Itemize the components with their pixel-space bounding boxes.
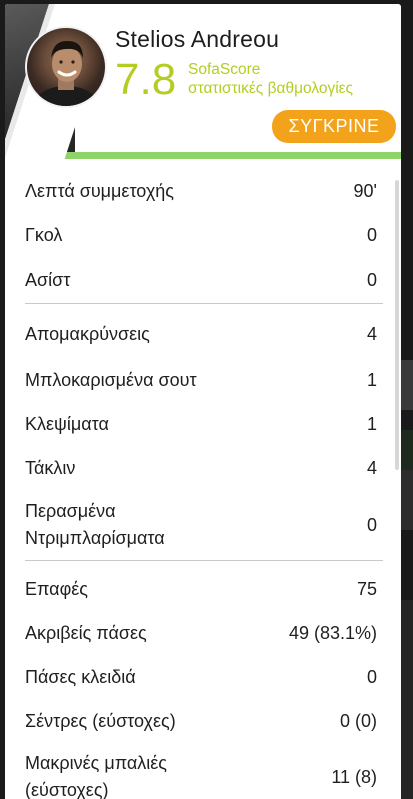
background-panel — [400, 600, 413, 799]
stat-value: 0 — [366, 224, 377, 245]
stat-value: 1 — [366, 413, 377, 434]
stat-row: Απομακρύνσεις 4 — [25, 310, 383, 358]
stat-value: 0 — [366, 514, 377, 535]
stat-label: Ακριβείς πάσες — [25, 622, 147, 643]
background-panel — [400, 470, 413, 530]
stat-label: Επαφές — [25, 578, 88, 599]
rating-source: SofaScore στατιστικές βαθμολογίες — [188, 60, 353, 98]
stat-label: Ασίστ — [25, 269, 71, 290]
stats-group: Λεπτά συμμετοχής 90' Γκολ 0 Ασίστ 0 — [25, 159, 383, 304]
stat-label: Τάκλιν — [25, 457, 76, 478]
stat-label: Περασμένα Ντριμπλαρίσματα — [25, 501, 165, 548]
stat-row: Μπλοκαρισμένα σουτ 1 — [25, 358, 383, 402]
player-header: Stelios Andreou 7.8 SofaScore στατιστικέ… — [5, 4, 401, 184]
stat-label: Απομακρύνσεις — [25, 323, 150, 344]
stats-group: Απομακρύνσεις 4 Μπλοκαρισμένα σουτ 1 Κλεψίμα… — [25, 304, 383, 561]
stats-group: Επαφές 75 Ακριβείς πάσες 49 (83.1%) Πάσες κλ… — [25, 561, 383, 799]
stat-value: 90' — [353, 180, 377, 201]
stat-row: Λεπτά συμμετοχής 90' — [25, 169, 383, 213]
rating-source-caption: στατιστικές βαθμολογίες — [188, 80, 354, 97]
player-stats-dialog: Stelios Andreou 7.8 SofaScore στατιστικέ… — [5, 4, 401, 799]
player-name: Stelios Andreou — [115, 26, 280, 52]
stats-list: Λεπτά συμμετοχής 90' Γκολ 0 Ασίστ 0 Απομακρύνσ… — [5, 159, 401, 799]
stat-row: Πάσες κλειδιά 0 — [25, 655, 383, 699]
stat-label: Γκολ — [25, 224, 63, 245]
stat-row: Ασίστ 0 — [25, 257, 383, 303]
scrollbar[interactable] — [395, 180, 399, 470]
stat-value: 75 — [356, 578, 377, 599]
stat-value: 11 (8) — [331, 766, 377, 787]
compare-button[interactable]: ΣΥΓΚΡΙΝΕ — [272, 110, 396, 143]
stat-row: Μακρινές μπαλιές (εύστοχες) 11 (8) — [25, 743, 383, 799]
player-avatar[interactable] — [25, 26, 107, 108]
background-panel — [400, 430, 413, 470]
stat-label: Πάσες κλειδιά — [25, 666, 136, 687]
stat-value: 4 — [366, 323, 377, 344]
stat-row: Τάκλιν 4 — [25, 446, 383, 490]
stat-label: Κλεψίματα — [25, 413, 109, 434]
stat-value: 4 — [366, 457, 377, 478]
stat-value: 0 — [366, 666, 377, 687]
stat-value: 1 — [366, 369, 377, 390]
rating-source-brand: SofaScore — [188, 61, 261, 78]
stat-value: 0 (0) — [339, 710, 377, 731]
stat-row: Σέντρες (εύστοχες) 0 (0) — [25, 699, 383, 743]
stat-label: Μπλοκαρισμένα σουτ — [25, 369, 197, 390]
stat-label: Σέντρες (εύστοχες) — [25, 710, 176, 731]
stat-row: Γκολ 0 — [25, 213, 383, 257]
stat-row: Περασμένα Ντριμπλαρίσματα 0 — [25, 490, 383, 560]
player-rating: 7.8 — [115, 55, 177, 104]
stat-value: 0 — [366, 269, 377, 290]
stat-row: Επαφές 75 — [25, 567, 383, 611]
stat-value: 49 (83.1%) — [288, 622, 377, 643]
stat-row: Κλεψίματα 1 — [25, 402, 383, 446]
stat-row: Ακριβείς πάσες 49 (83.1%) — [25, 611, 383, 655]
stat-label: Μακρινές μπαλιές (εύστοχες) — [25, 753, 167, 799]
background-panel — [400, 360, 413, 410]
